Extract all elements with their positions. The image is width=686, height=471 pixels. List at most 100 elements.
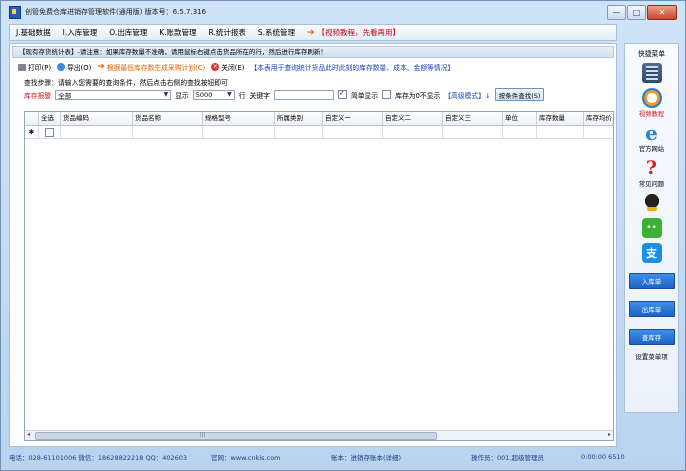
wechat-button[interactable] bbox=[625, 218, 678, 238]
check-stock-button[interactable]: 查库存 bbox=[628, 329, 675, 345]
advanced-mode-link[interactable]: 【高级模式】↓ bbox=[444, 90, 490, 100]
minimize-button[interactable]: — bbox=[607, 5, 626, 20]
stock-in-order-button[interactable]: 入库单 bbox=[628, 273, 675, 289]
qq-button[interactable] bbox=[625, 193, 678, 213]
print-label: 打印(P) bbox=[28, 64, 51, 72]
column-header-category[interactable]: 所属类别 bbox=[275, 112, 323, 125]
window-title: 创管免费仓库进销存管理软件(通用版) 版本号：6.5.7.316 bbox=[25, 8, 207, 16]
cell-code[interactable] bbox=[61, 126, 133, 138]
row-new-marker: ✱ bbox=[25, 126, 39, 138]
column-header-custom3[interactable]: 自定义三 bbox=[443, 112, 503, 125]
video-icon bbox=[641, 88, 662, 108]
menu-stock-out[interactable]: O.出库管理 bbox=[109, 27, 147, 38]
display-count-select[interactable]: 5000 ▼ bbox=[192, 89, 235, 100]
menu-reports[interactable]: R.统计报表 bbox=[209, 27, 246, 38]
status-website: 官网：www.cnkis.com bbox=[211, 454, 281, 462]
menu-stock-in[interactable]: I.入库管理 bbox=[63, 27, 98, 38]
column-header-qty[interactable]: 库存数量 bbox=[537, 112, 584, 125]
table-header: 全选 货品编码 货品名称 规格型号 所属类别 自定义一 自定义二 自定义三 单位… bbox=[25, 112, 613, 126]
horizontal-scrollbar[interactable]: ◂ ||| ▸ bbox=[25, 430, 613, 440]
menu-accounts[interactable]: K.账款管理 bbox=[159, 27, 196, 38]
zero-stock-checkbox[interactable] bbox=[382, 90, 392, 99]
calculator-button[interactable] bbox=[625, 63, 678, 83]
row-checkbox-cell bbox=[39, 126, 61, 138]
column-header-spec[interactable]: 规格型号 bbox=[203, 112, 275, 125]
video-tutorial-button[interactable]: 视频教程 bbox=[625, 88, 678, 118]
column-header-custom1[interactable]: 自定义一 bbox=[323, 112, 383, 125]
purchase-plan-label: 根据最低库存数生成采购计划(C) bbox=[106, 64, 206, 72]
cell-custom1[interactable] bbox=[323, 126, 383, 138]
cell-unit[interactable] bbox=[503, 126, 537, 138]
cell-custom3[interactable] bbox=[443, 126, 503, 138]
zero-stock-label: 库存为0不显示 bbox=[395, 91, 441, 100]
cell-custom2[interactable] bbox=[383, 126, 443, 138]
status-account: 账本：进销存账本(详细) bbox=[331, 454, 402, 462]
report-note: 【本表用于查询统计货品此时此刻的库存数量、成本、金额等情况】 bbox=[250, 64, 455, 72]
toolbar: 打印(P) 导出(O) ➔ 根据最低库存数生成采购计划(C) × 关闭(E) 【… bbox=[18, 62, 454, 72]
app-window: 创管免费仓库进销存管理软件(通用版) 版本号：6.5.7.316 — □ ✕ J… bbox=[0, 0, 686, 471]
alipay-icon: 支 bbox=[641, 243, 662, 263]
close-label: 关闭(E) bbox=[221, 64, 245, 72]
export-button[interactable]: 导出(O) bbox=[57, 62, 91, 72]
question-icon: ? bbox=[645, 157, 658, 179]
simple-display-checkbox[interactable] bbox=[337, 89, 347, 99]
stock-out-order-button[interactable]: 出库单 bbox=[628, 301, 675, 317]
column-header-custom2[interactable]: 自定义二 bbox=[383, 112, 443, 125]
print-button[interactable]: 打印(P) bbox=[18, 62, 51, 72]
window-controls: — □ ✕ bbox=[607, 5, 677, 20]
arrow-right-icon: ➔ bbox=[97, 62, 105, 72]
rows-label: 行 bbox=[238, 91, 246, 100]
column-header-select-all[interactable]: 全选 bbox=[39, 112, 61, 125]
table-row[interactable]: ✱ bbox=[25, 126, 613, 139]
warehouse-value: 全部 bbox=[58, 91, 72, 100]
official-site-label: 官方网站 bbox=[638, 146, 665, 153]
display-label: 显示 bbox=[175, 91, 189, 100]
scrollbar-thumb[interactable] bbox=[35, 432, 437, 440]
menu-basic-data[interactable]: J.基础数据 bbox=[16, 27, 51, 38]
menu-system[interactable]: S.系统管理 bbox=[258, 27, 295, 38]
close-window-button[interactable]: ✕ bbox=[647, 5, 677, 20]
row-checkbox[interactable] bbox=[45, 127, 54, 137]
stock-table: 全选 货品编码 货品名称 规格型号 所属类别 自定义一 自定义二 自定义三 单位… bbox=[24, 111, 614, 441]
warehouse-select[interactable]: 全部 ▼ bbox=[55, 89, 172, 100]
column-header-avg-price[interactable]: 库存均价 bbox=[584, 112, 613, 125]
cell-avg-price[interactable] bbox=[584, 126, 613, 138]
scroll-left-icon[interactable]: ◂ bbox=[27, 431, 30, 438]
close-icon: × bbox=[211, 63, 220, 71]
official-site-button[interactable]: e 官方网站 bbox=[625, 121, 678, 153]
scroll-grip-icon: ||| bbox=[200, 432, 206, 438]
keyword-input[interactable] bbox=[273, 89, 334, 100]
wechat-icon bbox=[641, 218, 662, 238]
quick-menu-panel: 快捷菜单 视频教程 e 官方网站 ? 常见问题 支 入库单 出库单 查库存 bbox=[624, 43, 679, 413]
cell-qty[interactable] bbox=[537, 126, 584, 138]
purchase-plan-button[interactable]: ➔ 根据最低库存数生成采购计划(C) bbox=[97, 62, 205, 72]
export-label: 导出(O) bbox=[67, 64, 92, 72]
search-button[interactable]: 按条件查找(S) bbox=[494, 88, 545, 101]
cell-name[interactable] bbox=[133, 126, 203, 138]
column-header-unit[interactable]: 单位 bbox=[503, 112, 537, 125]
printer-icon bbox=[18, 63, 26, 71]
status-bar: 电话：028-61101006 微信：18628822218 QQ：402603… bbox=[9, 450, 679, 464]
status-contact: 电话：028-61101006 微信：18628822218 QQ：402603 bbox=[9, 454, 188, 462]
menu-video-label: 【视频教程，先看再用】 bbox=[317, 28, 401, 37]
display-count-value: 5000 bbox=[195, 90, 213, 99]
faq-button[interactable]: ? 常见问题 bbox=[625, 157, 678, 188]
column-header-code[interactable]: 货品编码 bbox=[61, 112, 133, 125]
arrow-right-icon: ➔ bbox=[307, 27, 315, 38]
status-operator: 操作员：001,超级管理员 bbox=[471, 454, 544, 462]
cell-spec[interactable] bbox=[203, 126, 275, 138]
cell-category[interactable] bbox=[275, 126, 323, 138]
close-report-button[interactable]: × 关闭(E) bbox=[211, 62, 244, 72]
chevron-down-icon: ▼ bbox=[227, 91, 232, 98]
menu-video-tutorial[interactable]: ➔ 【视频教程，先看再用】 bbox=[307, 27, 400, 38]
main-panel: 【现有存货统计表】-请注意：如果库存数量不准确，请用鼠标右键点击货品所在的行，然… bbox=[9, 43, 617, 447]
scroll-right-icon[interactable]: ▸ bbox=[608, 431, 611, 438]
alipay-button[interactable]: 支 bbox=[625, 243, 678, 263]
filter-row: 库存报警 全部 ▼ 显示 5000 ▼ 行 关键字 简单显示 库存为0不显示 【… bbox=[24, 88, 545, 101]
column-header-name[interactable]: 货品名称 bbox=[133, 112, 203, 125]
settings-menu-item[interactable]: 设置菜单项 bbox=[625, 351, 678, 361]
keyword-label: 关键字 bbox=[249, 91, 270, 100]
maximize-button[interactable]: □ bbox=[627, 5, 646, 20]
menu-bar: J.基础数据 I.入库管理 O.出库管理 K.账款管理 R.统计报表 S.系统管… bbox=[9, 24, 617, 41]
warehouse-label: 库存报警 bbox=[24, 91, 52, 100]
